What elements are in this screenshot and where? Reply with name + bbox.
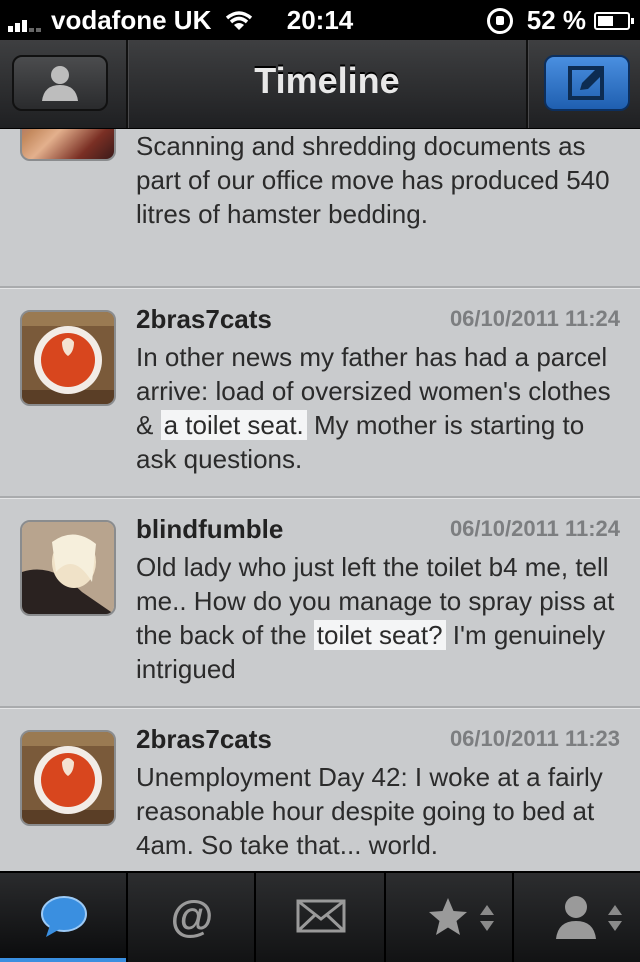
tab-mentions[interactable]: @ xyxy=(128,873,256,962)
search-highlight: a toilet seat. xyxy=(160,410,307,440)
person-icon xyxy=(556,896,596,939)
tweet-item[interactable]: Scanning and shredding documents as part… xyxy=(0,129,640,288)
status-right: 52 % xyxy=(486,5,634,36)
star-icon xyxy=(429,898,467,935)
at-sign-icon: @ xyxy=(171,893,214,941)
tweet-date: 06/10/2011 11:24 xyxy=(449,516,620,541)
tweet-text: In other news my father has had a parcel… xyxy=(136,342,611,474)
tweet-text: Scanning and shredding documents as part… xyxy=(136,131,610,229)
search-highlight: toilet seat? xyxy=(313,620,446,650)
battery-percent: 52 % xyxy=(526,5,586,35)
compose-icon xyxy=(568,66,604,100)
avatar[interactable] xyxy=(20,129,116,161)
tweet-date: 06/10/2011 11:24 xyxy=(449,306,620,331)
status-bar: vodafone UK 20:14 52 % xyxy=(0,0,640,40)
tab-messages[interactable] xyxy=(256,873,386,962)
sort-arrows-icon xyxy=(480,905,494,931)
speech-bubble-icon xyxy=(41,896,87,937)
tab-bar: @ xyxy=(0,871,640,962)
avatar[interactable] xyxy=(20,730,116,826)
tweet-username[interactable]: 2bras7cats xyxy=(136,724,272,755)
svg-text:@: @ xyxy=(171,893,214,941)
page-title: Timeline xyxy=(254,60,400,101)
tweet-item[interactable]: blindfumble 06/10/2011 11:24 Old lady wh… xyxy=(0,498,640,708)
timeline-list[interactable]: Scanning and shredding documents as part… xyxy=(0,129,640,871)
compose-button[interactable] xyxy=(544,55,630,111)
tab-timeline[interactable] xyxy=(0,873,128,962)
avatar[interactable] xyxy=(20,520,116,616)
avatar[interactable] xyxy=(20,310,116,406)
battery-icon xyxy=(594,11,634,30)
envelope-icon xyxy=(296,899,346,933)
tweet-text: Old lady who just left the toilet b4 me,… xyxy=(136,552,615,684)
tweet-item[interactable]: 2bras7cats 06/10/2011 11:23 Unemployment… xyxy=(0,708,640,871)
tweet-date: 06/10/2011 11:23 xyxy=(449,726,620,751)
nav-divider-right xyxy=(526,40,529,128)
rotation-lock-icon xyxy=(486,7,513,34)
tweet-username[interactable]: blindfumble xyxy=(136,514,283,545)
tweet-item[interactable]: 2bras7cats 06/10/2011 11:24 In other new… xyxy=(0,288,640,498)
tab-profile[interactable] xyxy=(514,873,640,962)
tweet-text: Unemployment Day 42: I woke at a fairly … xyxy=(136,762,603,860)
navigation-bar: Timeline xyxy=(0,40,640,129)
sort-arrows-icon xyxy=(608,905,622,931)
tab-favorites[interactable] xyxy=(386,873,514,962)
profile-icon xyxy=(42,66,78,101)
tweet-username[interactable]: 2bras7cats xyxy=(136,304,272,335)
profile-button[interactable] xyxy=(12,55,108,111)
